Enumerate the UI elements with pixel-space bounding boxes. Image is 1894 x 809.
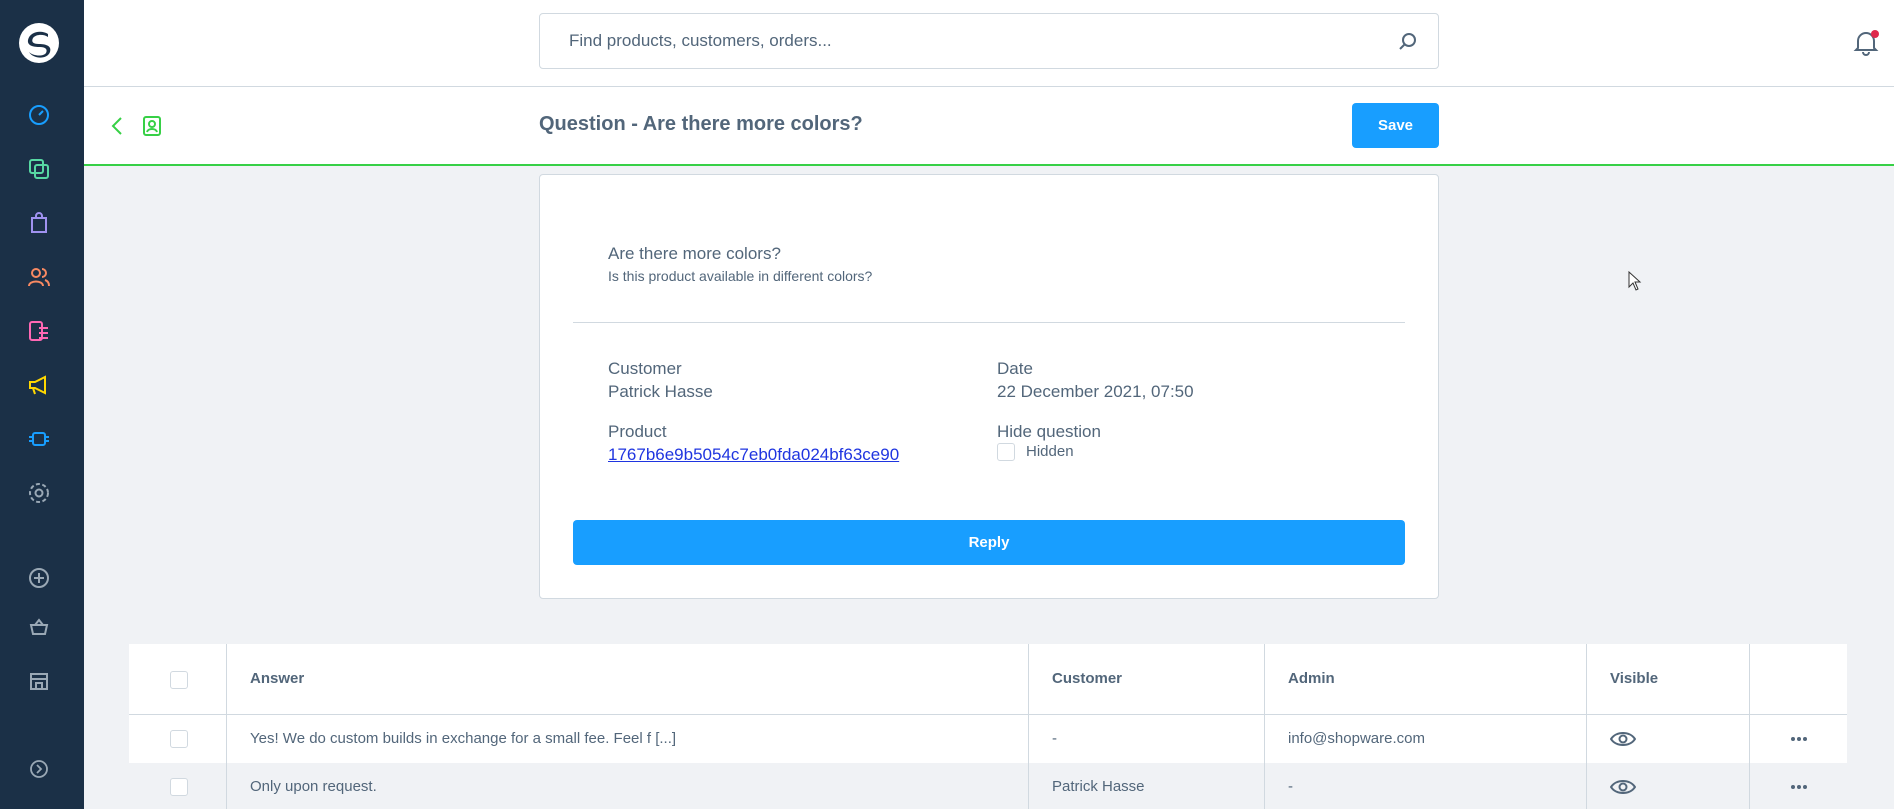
customers-icon[interactable] <box>24 262 54 292</box>
product-label: Product <box>608 422 667 441</box>
divider <box>573 322 1405 323</box>
storefront-icon[interactable] <box>24 612 54 642</box>
eye-icon[interactable] <box>1610 730 1636 748</box>
grid-header: Answer Customer Admin Visible <box>129 644 1847 715</box>
table-row[interactable]: Yes! We do custom builds in exchange for… <box>129 715 1847 763</box>
search-input[interactable] <box>540 14 1438 68</box>
dashboard-icon[interactable] <box>24 100 54 130</box>
global-search[interactable] <box>539 13 1439 69</box>
extensions-icon[interactable] <box>24 424 54 454</box>
column-header-visible[interactable]: Visible <box>1610 670 1658 687</box>
eye-icon[interactable] <box>1610 778 1636 796</box>
page-title: Question - Are there more colors? <box>539 113 863 135</box>
dots-icon[interactable] <box>1790 784 1808 790</box>
question-detail-card: Are there more colors? Is this product a… <box>539 174 1439 599</box>
date-value: 22 December 2021, 07:50 <box>997 382 1194 401</box>
column-separator <box>1749 644 1750 809</box>
bell-icon[interactable] <box>1852 28 1880 56</box>
top-bar <box>84 0 1894 87</box>
customer-value: Patrick Hasse <box>608 382 713 401</box>
customer-label: Customer <box>608 359 682 378</box>
column-separator <box>1028 644 1029 809</box>
content-icon[interactable] <box>24 316 54 346</box>
answers-grid: Answer Customer Admin Visible Yes! We do… <box>129 644 1847 809</box>
question-title: Are there more colors? <box>608 244 781 263</box>
admin-cell: - <box>1288 778 1293 795</box>
column-header-admin[interactable]: Admin <box>1288 670 1335 687</box>
collapse-icon[interactable] <box>24 754 54 784</box>
column-separator <box>1264 644 1265 809</box>
question-content: Is this product available in different c… <box>608 268 873 284</box>
orders-icon[interactable] <box>24 208 54 238</box>
dots-icon[interactable] <box>1790 736 1808 742</box>
product-link[interactable]: 1767b6e9b5054c7eb0fda024bf63ce90 <box>608 445 899 465</box>
module-icon <box>143 116 161 136</box>
smart-bar: Question - Are there more colors? Save <box>84 87 1894 166</box>
marketing-icon[interactable] <box>24 370 54 400</box>
table-row[interactable]: Only upon request. Patrick Hasse - <box>129 763 1847 809</box>
admin-sidebar <box>0 0 84 809</box>
customer-cell: - <box>1052 730 1057 747</box>
select-all-checkbox[interactable] <box>170 671 188 689</box>
add-sales-channel-icon[interactable] <box>24 563 54 593</box>
column-separator <box>1586 644 1587 809</box>
hidden-checkbox[interactable] <box>997 443 1015 461</box>
reply-button[interactable]: Reply <box>573 520 1405 565</box>
row-checkbox[interactable] <box>170 730 188 748</box>
mouse-cursor-icon <box>1628 271 1642 291</box>
settings-icon[interactable] <box>24 478 54 508</box>
hidden-checkbox-label[interactable]: Hidden <box>1026 443 1074 460</box>
headless-icon[interactable] <box>24 666 54 696</box>
shopware-logo[interactable] <box>18 22 60 64</box>
date-label: Date <box>997 359 1033 378</box>
column-header-customer[interactable]: Customer <box>1052 670 1122 687</box>
column-separator <box>226 644 227 809</box>
back-icon[interactable] <box>108 115 126 137</box>
row-checkbox[interactable] <box>170 778 188 796</box>
customer-cell: Patrick Hasse <box>1052 778 1145 795</box>
hide-question-label: Hide question <box>997 422 1101 441</box>
search-icon[interactable] <box>1398 32 1418 52</box>
save-button[interactable]: Save <box>1352 103 1439 148</box>
answer-cell: Yes! We do custom builds in exchange for… <box>250 730 677 747</box>
admin-cell: info@shopware.com <box>1288 730 1425 747</box>
column-header-answer[interactable]: Answer <box>250 670 304 687</box>
catalogue-icon[interactable] <box>24 154 54 184</box>
answer-cell: Only upon request. <box>250 778 377 795</box>
